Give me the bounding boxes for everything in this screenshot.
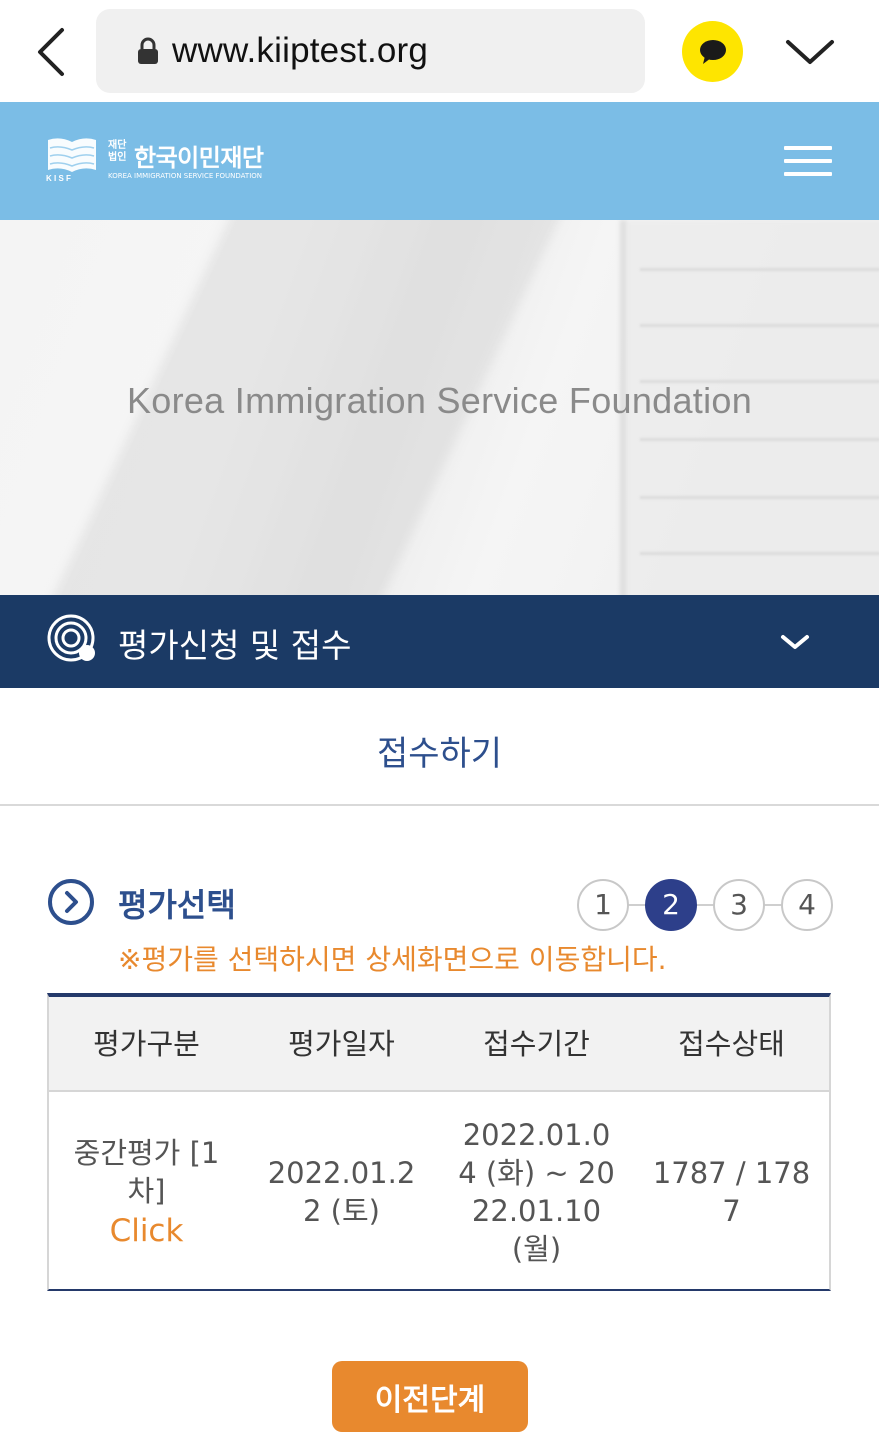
speech-bubble-icon <box>699 39 726 64</box>
hero-banner: Korea Immigration Service Foundation <box>0 220 879 595</box>
browser-toolbar: www.kiiptest.org <box>0 0 879 102</box>
cell-date: 2022.01.22 (토) <box>267 1155 416 1228</box>
hero-title: Korea Immigration Service Foundation <box>126 380 753 421</box>
address-bar[interactable]: www.kiiptest.org <box>96 9 645 93</box>
evaluation-table: 평가구분 평가일자 접수기간 접수상태 중간평가 [1차] Click 2022… <box>47 993 831 1291</box>
click-link[interactable]: Click <box>67 1212 226 1250</box>
cell-type-text: 중간평가 [1차] <box>73 1135 220 1208</box>
hamburger-menu-icon[interactable] <box>784 146 832 178</box>
svg-text:K I S F: K I S F <box>46 174 71 182</box>
cell-period: 2022.01.04 (화) ~ 2022.01.10 (월) <box>458 1117 615 1266</box>
logo-small-text: 재단 법인 <box>108 140 127 163</box>
step-1: 1 <box>577 879 629 931</box>
column-header-period: 접수기간 <box>483 1027 590 1061</box>
section-dropdown-label: 평가신청 및 접수 <box>118 626 352 665</box>
notice-text: ※평가를 선택하시면 상세화면으로 이동합니다. <box>118 943 667 976</box>
section-dropdown[interactable]: 평가신청 및 접수 <box>0 595 879 688</box>
lock-icon <box>138 37 158 64</box>
kakao-talk-button[interactable] <box>682 21 743 82</box>
cell-status: 1787 / 1787 <box>652 1155 811 1228</box>
chevron-down-icon <box>781 635 809 649</box>
step-2-active: 2 <box>645 879 697 931</box>
site-logo[interactable]: K I S F 재단 법인 한국이민재단 KOREA IMMIGRATION S… <box>46 136 286 186</box>
table-header-row: 평가구분 평가일자 접수기간 접수상태 <box>49 997 829 1092</box>
chevron-down-icon[interactable] <box>782 30 838 74</box>
site-header: K I S F 재단 법인 한국이민재단 KOREA IMMIGRATION S… <box>0 102 879 220</box>
page-subtitle-bar: 접수하기 <box>0 688 879 806</box>
arrow-circle-icon <box>48 879 94 925</box>
logo-subtitle: KOREA IMMIGRATION SERVICE FOUNDATION <box>108 172 263 180</box>
step-4: 4 <box>781 879 833 931</box>
url-text: www.kiiptest.org <box>172 31 429 70</box>
column-header-status: 접수상태 <box>678 1027 785 1061</box>
step-indicator: 1 2 3 4 <box>577 879 833 931</box>
column-header-date: 평가일자 <box>288 1027 395 1061</box>
table-row[interactable]: 중간평가 [1차] Click 2022.01.22 (토) 2022.01.0… <box>49 1094 829 1289</box>
section-title: 평가선택 <box>118 886 236 924</box>
previous-step-button[interactable]: 이전단계 <box>332 1361 528 1432</box>
back-arrow-icon[interactable] <box>28 24 76 80</box>
logo-mark-icon: K I S F <box>46 138 96 182</box>
cell-type[interactable]: 중간평가 [1차] Click <box>49 1134 244 1250</box>
page-subtitle: 접수하기 <box>376 734 503 774</box>
column-header-type: 평가구분 <box>93 1027 200 1061</box>
target-icon <box>47 614 95 662</box>
step-3: 3 <box>713 879 765 931</box>
logo-name: 한국이민재단 <box>134 144 264 172</box>
